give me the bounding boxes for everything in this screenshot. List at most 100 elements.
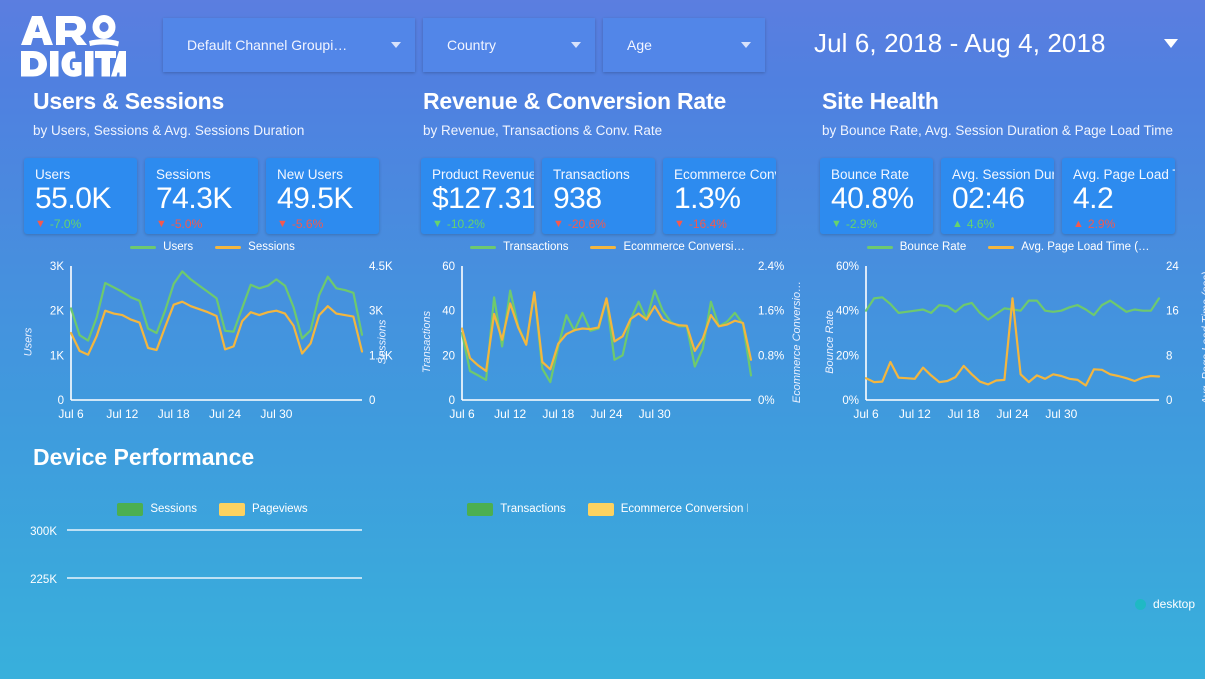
kpi-label: Ecommerce Conversion Rate	[674, 167, 776, 182]
section-site-health: Site Health by Bounce Rate, Avg. Session…	[820, 88, 1175, 234]
legend-item: Sessions	[215, 241, 295, 253]
kpi-group: Bounce Rate 40.8% ▼ -2.9% Avg. Session Du…	[820, 158, 1183, 234]
svg-text:60%: 60%	[836, 261, 859, 273]
svg-text:0.8%: 0.8%	[758, 350, 784, 362]
chart-device-share-donut[interactable]: desktop	[810, 498, 1205, 615]
legend-swatch	[470, 245, 497, 249]
kpi-sections: Users & Sessions by Users, Sessions & Av…	[0, 88, 1205, 236]
legend-label: Sessions	[150, 503, 198, 515]
kpi-value: 02:46	[952, 182, 1025, 215]
kpi-delta: -20.6%	[567, 217, 606, 231]
kpi-delta: 2.9%	[1087, 217, 1116, 231]
kpi-value: 1.3%	[674, 182, 741, 215]
legend-label: Ecommerce Conversi…	[623, 241, 745, 253]
section-title: Revenue & Conversion Rate	[423, 88, 727, 114]
chart-bounce-pageload[interactable]: Bounce Rate Avg. Page Load Time (… 0% 20%…	[810, 236, 1205, 431]
legend-swatch	[117, 502, 144, 516]
arrow-down-icon: ▼	[674, 217, 685, 230]
arrow-down-icon: ▼	[35, 217, 46, 230]
arrow-down-icon: ▼	[553, 217, 564, 230]
legend-swatch	[988, 245, 1015, 249]
kpi-label: Avg. Page Load Time (sec)	[1073, 167, 1175, 182]
section-subtitle: by Bounce Rate, Avg. Session Duration & …	[822, 123, 1173, 138]
kpi-delta: -7.0%	[49, 217, 82, 231]
chart-legend: Sessions Pageviews	[15, 498, 410, 520]
kpi-card-users[interactable]: Users 55.0K ▼ -7.0%	[24, 158, 137, 234]
svg-text:Jul 30: Jul 30	[260, 407, 292, 421]
legend-swatch	[590, 245, 617, 249]
chevron-down-icon	[741, 42, 751, 48]
kpi-card-transactions[interactable]: Transactions 938 ▼ -20.6%	[542, 158, 655, 234]
legend-label: Ecommerce Conversion R…	[620, 503, 748, 515]
kpi-label: Users	[35, 167, 71, 182]
legend-item: Transactions	[470, 241, 568, 253]
left-axis-title: Transactions	[421, 310, 434, 374]
legend-label: Users	[163, 241, 194, 253]
kpi-value: 4.2	[1073, 182, 1114, 215]
svg-text:4.5K: 4.5K	[369, 261, 393, 273]
kpi-label: Sessions	[156, 167, 211, 182]
kpi-value: 49.5K	[277, 182, 353, 215]
kpi-delta: -5.6%	[291, 217, 324, 231]
kpi-card-bounce-rate[interactable]: Bounce Rate 40.8% ▼ -2.9%	[820, 158, 933, 234]
donut-legend: desktop	[1134, 597, 1195, 611]
svg-text:0: 0	[1166, 395, 1172, 407]
legend-swatch	[130, 245, 157, 249]
kpi-delta: -16.4%	[688, 217, 727, 231]
kpi-card-sessions[interactable]: Sessions 74.3K ▼ -5.0%	[145, 158, 258, 234]
arrow-up-icon: ▲	[952, 217, 963, 230]
kpi-label: Transactions	[553, 167, 630, 182]
svg-text:Jul 24: Jul 24	[209, 407, 241, 421]
timeseries-chart-row: Users Sessions 0 1K 2K 3K 0 1.5K 3K 4.5K Jul 6 Ju…	[0, 236, 1205, 436]
chart-transactions-conversion[interactable]: Transactions Ecommerce Conversi… 0 20 40 60…	[410, 236, 805, 431]
kpi-label: Bounce Rate	[831, 167, 910, 182]
legend-item: Users	[130, 241, 193, 253]
svg-text:0: 0	[449, 395, 455, 407]
svg-text:Jul 18: Jul 18	[158, 407, 190, 421]
right-axis-title: Ecommerce Conversio…	[791, 280, 804, 404]
kpi-card-avg-page-load-time[interactable]: Avg. Page Load Time (sec) 4.2 ▲2.9%	[1062, 158, 1175, 234]
legend-item: Ecommerce Conversion R…	[587, 502, 748, 516]
kpi-card-ecommerce-conversion-rate[interactable]: Ecommerce Conversion Rate 1.3% ▼-16.4%	[663, 158, 776, 234]
section-subtitle: by Users, Sessions & Avg. Sessions Durat…	[33, 123, 305, 138]
filter-default-channel-grouping[interactable]: Default Channel Groupi…	[163, 18, 415, 72]
filter-country[interactable]: Country	[423, 18, 595, 72]
legend-label: Sessions	[248, 241, 295, 253]
svg-text:2.4%: 2.4%	[758, 261, 784, 273]
chart-legend: Users Sessions	[15, 236, 410, 258]
chart-legend: Transactions Ecommerce Conversi…	[410, 236, 805, 258]
legend-swatch	[587, 502, 614, 516]
arrow-up-icon: ▲	[1073, 217, 1084, 230]
svg-text:60: 60	[442, 261, 455, 273]
kpi-card-product-revenue[interactable]: Product Revenue $127.31K ▼-10.2%	[421, 158, 534, 234]
legend-swatch	[219, 502, 246, 516]
arrow-down-icon: ▼	[432, 217, 443, 230]
chevron-down-icon	[1164, 38, 1178, 48]
svg-text:Jul 6: Jul 6	[853, 407, 879, 421]
svg-text:24: 24	[1166, 261, 1179, 273]
legend-label: Bounce Rate	[899, 241, 967, 253]
chevron-down-icon	[571, 42, 581, 48]
kpi-card-new-users[interactable]: New Users 49.5K ▼ -5.6%	[266, 158, 379, 234]
left-axis-title: Bounce Rate	[823, 310, 836, 374]
svg-text:225K: 225K	[30, 574, 57, 586]
chart-device-sessions-pageviews[interactable]: Sessions Pageviews 300K 225K	[15, 498, 410, 679]
legend-item: Pageviews	[219, 502, 308, 516]
chart-users-sessions[interactable]: Users Sessions 0 1K 2K 3K 0 1.5K 3K 4.5K Jul 6 Ju…	[15, 236, 410, 431]
date-range-picker[interactable]: Jul 6, 2018 - Aug 4, 2018	[800, 18, 1190, 68]
plot-area: 0 1K 2K 3K 0 1.5K 3K 4.5K Jul 6 Jul 12 Jul 18 Jul 2…	[15, 258, 410, 428]
section-title: Users & Sessions	[33, 88, 225, 114]
arrow-down-icon: ▼	[831, 217, 842, 230]
filter-age[interactable]: Age	[603, 18, 765, 72]
svg-text:300K: 300K	[30, 526, 57, 538]
kpi-group: Users 55.0K ▼ -7.0% Sessions 74.3K ▼ -5.0%…	[24, 158, 387, 234]
legend-item: Ecommerce Conversi…	[590, 241, 745, 253]
kpi-value: 74.3K	[156, 182, 232, 215]
kpi-value: $127.31K	[432, 182, 534, 215]
kpi-card-avg-session-duration[interactable]: Avg. Session Duration 02:46 ▲4.6%	[941, 158, 1054, 234]
chart-device-transactions-conversion[interactable]: Transactions Ecommerce Conversion R…	[410, 498, 805, 679]
filter-label: Default Channel Groupi…	[187, 37, 348, 53]
svg-text:Jul 24: Jul 24	[996, 407, 1028, 421]
kpi-delta: -5.0%	[170, 217, 203, 231]
kpi-value: 938	[553, 182, 602, 215]
